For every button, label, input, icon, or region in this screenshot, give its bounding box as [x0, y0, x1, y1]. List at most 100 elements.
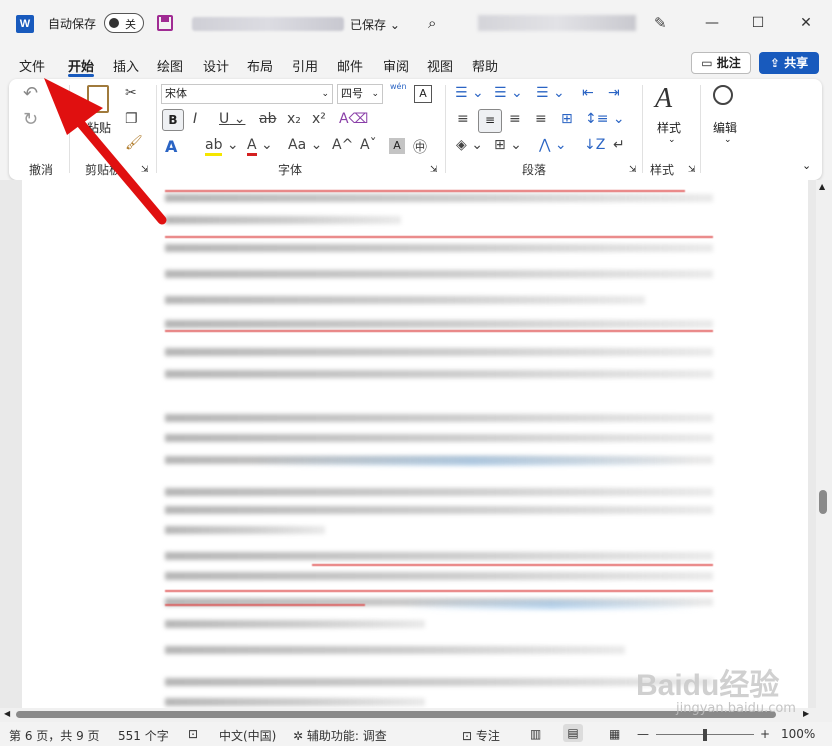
- show-marks-icon[interactable]: ↵: [613, 137, 625, 153]
- format-painter-icon[interactable]: 🖌: [125, 135, 143, 151]
- sort-icon[interactable]: ↓Z: [584, 137, 605, 153]
- tab-references[interactable]: 引用: [292, 56, 318, 75]
- close-button[interactable]: ✕: [791, 12, 821, 34]
- share-button[interactable]: ⇪ 共享: [759, 52, 819, 74]
- line-spacing-icon[interactable]: ↕≡ ⌄: [585, 111, 625, 127]
- document-page[interactable]: [22, 180, 808, 708]
- tab-insert[interactable]: 插入: [113, 56, 139, 75]
- account-name-blurred[interactable]: [478, 15, 636, 31]
- tab-view[interactable]: 视图: [427, 56, 453, 75]
- zoom-out-button[interactable]: —: [637, 727, 649, 741]
- focus-mode[interactable]: ⊡ 专注: [462, 727, 500, 744]
- borders-icon[interactable]: ⊞ ⌄: [494, 137, 522, 153]
- distributed-icon[interactable]: ⊞: [561, 111, 573, 127]
- horizontal-scroll-thumb[interactable]: [16, 711, 776, 718]
- cut-icon[interactable]: ✂: [125, 85, 137, 101]
- subscript-button[interactable]: x₂: [287, 111, 301, 127]
- grow-font-button[interactable]: A^: [332, 137, 353, 153]
- styles-icon[interactable]: A: [655, 83, 672, 115]
- saved-status[interactable]: 已保存 ⌄: [350, 16, 400, 33]
- dialog-launcher-icon[interactable]: ⇲: [141, 165, 149, 175]
- font-size-combo[interactable]: 四号 ⌄: [337, 84, 383, 104]
- bullets-icon[interactable]: ☰ ⌄: [455, 85, 484, 101]
- undo-icon[interactable]: ↶: [23, 83, 38, 104]
- designer-pen-icon[interactable]: ✎: [654, 14, 667, 32]
- read-mode-icon[interactable]: ▥: [530, 727, 541, 741]
- multilevel-list-icon[interactable]: ☰ ⌄: [536, 85, 565, 101]
- shading-icon[interactable]: ◈ ⌄: [456, 137, 483, 153]
- text-effects-icon[interactable]: A: [165, 137, 177, 156]
- dialog-launcher-icon[interactable]: ⇲: [629, 165, 637, 175]
- zoom-level[interactable]: 100%: [781, 727, 815, 741]
- styles-button[interactable]: 样式: [657, 119, 681, 136]
- zoom-slider-thumb[interactable]: [703, 729, 707, 741]
- document-title-blurred[interactable]: [192, 17, 344, 31]
- group-divider: [642, 85, 643, 173]
- document-canvas[interactable]: [0, 180, 832, 708]
- maximize-button[interactable]: ☐: [743, 12, 773, 34]
- accessibility-status[interactable]: ✲ 辅助功能: 调查: [293, 727, 387, 744]
- page-count[interactable]: 第 6 页，共 9 页: [9, 727, 100, 744]
- character-border-icon[interactable]: A: [414, 85, 432, 103]
- copy-icon[interactable]: ❐: [125, 111, 138, 127]
- tab-design[interactable]: 设计: [203, 56, 229, 75]
- scroll-left-icon[interactable]: ◀: [4, 709, 10, 718]
- tab-file[interactable]: 文件: [19, 56, 45, 75]
- align-center-icon[interactable]: ≡: [478, 109, 502, 133]
- align-right-icon[interactable]: ≡: [509, 111, 521, 127]
- chevron-down-icon: ⌄: [668, 135, 676, 145]
- tab-review[interactable]: 审阅: [383, 56, 409, 75]
- change-case-button[interactable]: Aa ⌄: [288, 137, 322, 153]
- word-count[interactable]: 551 个字: [118, 727, 169, 744]
- save-icon[interactable]: [157, 15, 173, 31]
- increase-indent-icon[interactable]: ⇥: [608, 85, 620, 101]
- tab-home[interactable]: 开始: [68, 56, 95, 77]
- strikethrough-button[interactable]: ab: [259, 111, 276, 127]
- paste-label[interactable]: 粘贴: [87, 119, 111, 136]
- phonetic-guide-icon[interactable]: wén: [390, 82, 407, 91]
- font-color-icon[interactable]: A ⌄: [247, 137, 273, 156]
- print-layout-icon[interactable]: ▤: [563, 724, 583, 742]
- font-name-combo[interactable]: 宋体 ⌄: [161, 84, 333, 104]
- redo-icon[interactable]: ↻: [23, 109, 38, 130]
- search-icon[interactable]: ⌕: [428, 14, 436, 32]
- dialog-launcher-icon[interactable]: ⇲: [430, 165, 438, 175]
- enclose-characters-icon[interactable]: ㊥: [413, 137, 427, 157]
- scroll-up-icon[interactable]: ▲: [819, 182, 825, 191]
- scroll-right-icon[interactable]: ▶: [803, 709, 809, 718]
- tab-layout[interactable]: 布局: [247, 56, 273, 75]
- numbering-icon[interactable]: ☰ ⌄: [494, 85, 523, 101]
- proofing-icon[interactable]: ⊡: [188, 727, 198, 741]
- search-icon[interactable]: [713, 85, 733, 105]
- comment-button[interactable]: ▭ 批注: [691, 52, 751, 74]
- chinese-layout-icon[interactable]: ⋀ ⌄: [539, 137, 567, 153]
- vertical-scroll-thumb[interactable]: [819, 490, 827, 514]
- underline-button[interactable]: U ⌄: [219, 111, 245, 127]
- dialog-launcher-icon[interactable]: ⇲: [688, 165, 696, 175]
- superscript-button[interactable]: x²: [312, 111, 326, 127]
- character-shading-icon[interactable]: A: [389, 138, 405, 154]
- vertical-scrollbar[interactable]: [816, 180, 832, 708]
- group-label-font: 字体: [278, 163, 303, 177]
- collapse-ribbon-icon[interactable]: ⌄: [802, 159, 811, 172]
- paste-icon[interactable]: [87, 85, 109, 113]
- tab-draw[interactable]: 绘图: [157, 56, 183, 75]
- edit-button[interactable]: 编辑: [713, 119, 737, 136]
- italic-button[interactable]: I: [193, 111, 197, 127]
- align-left-icon[interactable]: ≡: [457, 111, 469, 127]
- clear-formatting-icon[interactable]: A⌫: [339, 111, 368, 127]
- tab-mailings[interactable]: 邮件: [337, 56, 363, 75]
- zoom-in-button[interactable]: +: [760, 727, 770, 741]
- autosave-toggle[interactable]: 关: [104, 13, 144, 33]
- group-label-paragraph: 段落: [522, 163, 547, 177]
- web-layout-icon[interactable]: ▦: [609, 727, 620, 741]
- justify-icon[interactable]: ≡: [535, 111, 547, 127]
- bold-button[interactable]: B: [162, 109, 184, 131]
- shrink-font-button[interactable]: Aˇ: [360, 137, 377, 153]
- decrease-indent-icon[interactable]: ⇤: [582, 85, 594, 101]
- highlight-color-icon[interactable]: ab ⌄: [205, 137, 239, 156]
- minimize-button[interactable]: —: [697, 12, 727, 34]
- ribbon-panel: ↶ ↻ 撤消 粘贴 ✂ ❐ 🖌 剪贴板 ⇲ 宋体 ⌄ 四号 ⌄ wén A B I …: [9, 79, 822, 180]
- tab-help[interactable]: 帮助: [472, 56, 498, 75]
- language-indicator[interactable]: 中文(中国): [219, 727, 276, 744]
